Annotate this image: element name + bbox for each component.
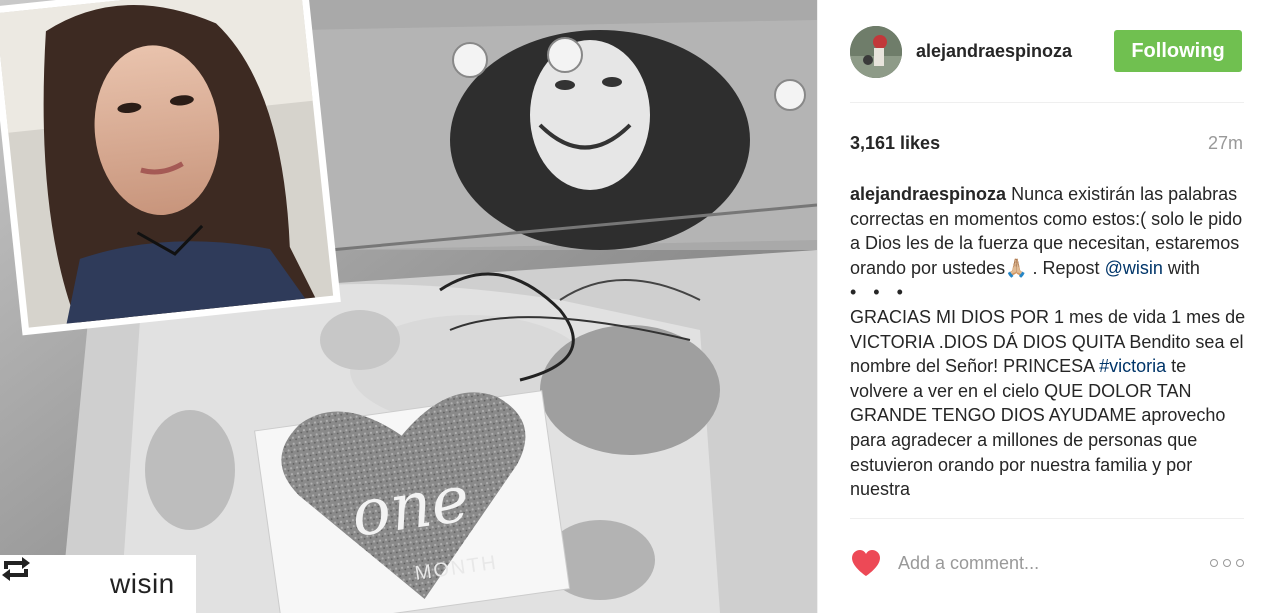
dot <box>1210 559 1218 567</box>
caption-text-2: with <box>1162 257 1200 278</box>
comment-input[interactable] <box>898 550 1188 576</box>
photo-collage: one MONTH <box>0 0 817 613</box>
repost-username: wisin <box>110 568 175 599</box>
dot <box>1223 559 1231 567</box>
mention-link[interactable]: @wisin <box>1105 258 1163 278</box>
caption-dots: • • • <box>850 282 909 303</box>
post-header: alejandraespinoza Following <box>850 24 1244 80</box>
likes-count[interactable]: 3,161 likes <box>850 133 940 154</box>
post-sidebar: alejandraespinoza Following 3,161 likes … <box>817 0 1280 613</box>
avatar[interactable] <box>850 26 902 78</box>
following-button[interactable]: Following <box>1114 30 1242 72</box>
post-photo[interactable]: one MONTH wisin <box>0 0 817 613</box>
hashtag-link[interactable]: #victoria <box>1099 356 1166 376</box>
divider <box>850 518 1244 519</box>
caption: alejandraespinoza Nunca existirán las pa… <box>850 182 1248 502</box>
heart-icon[interactable] <box>850 548 882 578</box>
post-time[interactable]: 27m <box>1208 133 1243 154</box>
repost-icon <box>2 557 50 599</box>
more-options-icon[interactable] <box>1210 554 1244 572</box>
repost-badge: wisin <box>0 555 196 613</box>
divider <box>850 102 1244 103</box>
username-link[interactable]: alejandraespinoza <box>916 41 1072 62</box>
caption-text-4: te volvere a ver en el cielo QUE DOLOR T… <box>850 356 1226 500</box>
caption-username[interactable]: alejandraespinoza <box>850 184 1006 204</box>
caption-container: alejandraespinoza Nunca existirán las pa… <box>850 182 1248 516</box>
post-footer <box>850 540 1244 586</box>
dot <box>1236 559 1244 567</box>
